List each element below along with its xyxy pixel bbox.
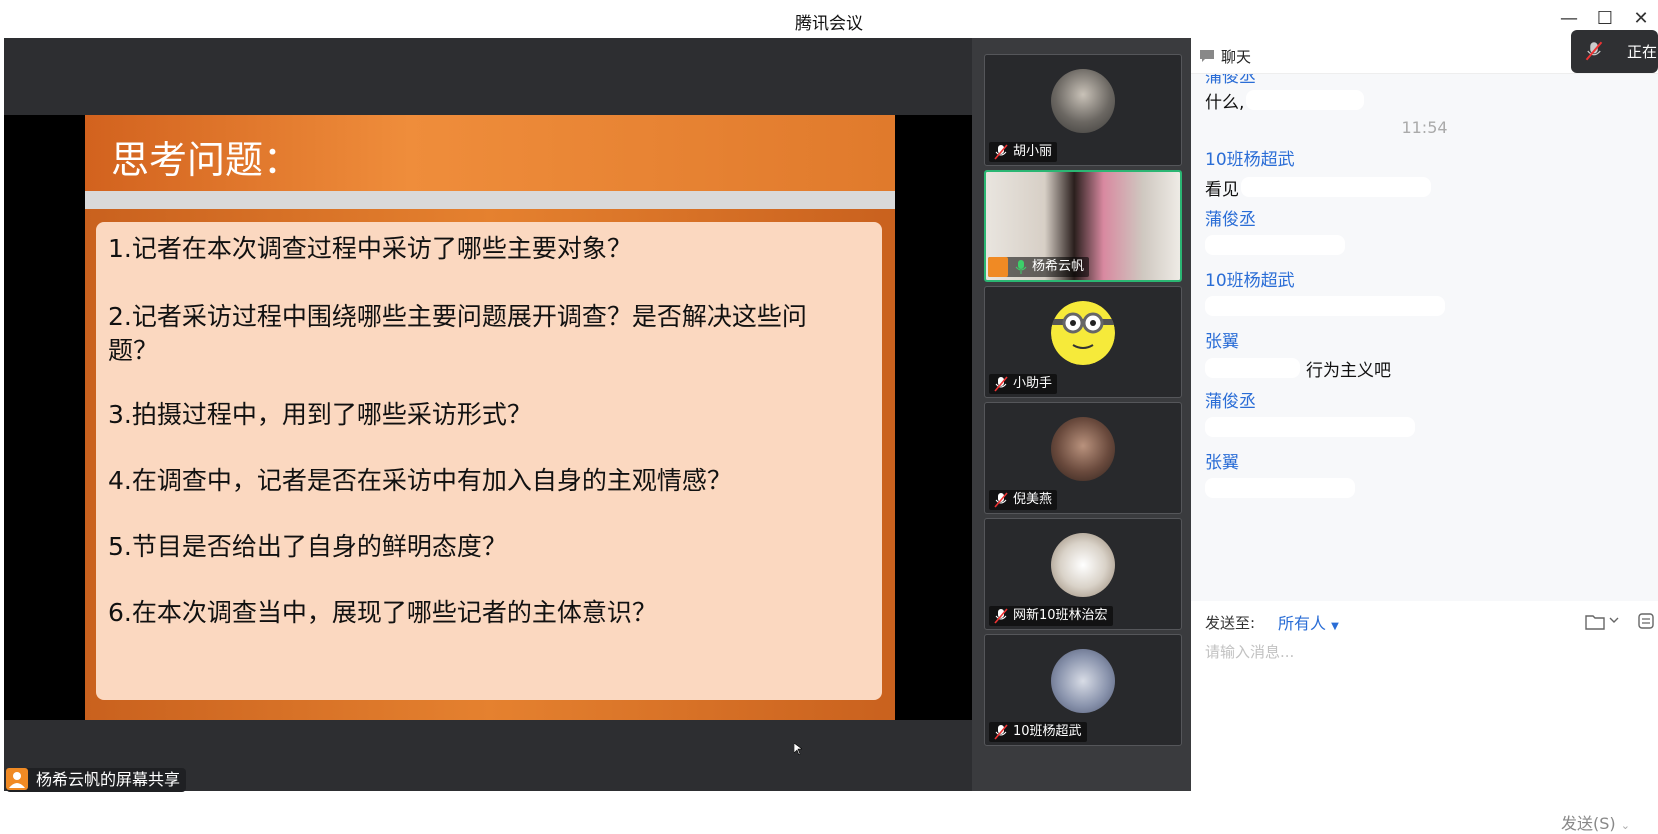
message-text: 什么,: [1205, 93, 1245, 113]
mic-muted-icon: [1585, 41, 1603, 61]
user-icon: [988, 257, 1008, 277]
question-4: 4.在调查中，记者是否在采访中有加入自身的主观情感？: [108, 466, 732, 495]
participant-list[interactable]: 胡小丽 杨希云帆 小助手 倪美燕 网新10班林治宏 10班杨超武: [972, 38, 1191, 791]
maximize-button[interactable]: ☐: [1594, 8, 1616, 30]
message-text: 看见: [1205, 180, 1239, 200]
avatar: [1051, 69, 1115, 133]
minimize-button[interactable]: —: [1558, 8, 1580, 30]
slide-content: 1.记者在本次调查过程中采访了哪些主要对象？ 2.记者采访过程中围绕哪些主要问题…: [96, 222, 882, 700]
slide-title: 思考问题：: [111, 138, 302, 182]
share-owner-text: 杨希云帆的屏幕共享: [36, 770, 181, 789]
participant-tile[interactable]: 小助手: [984, 286, 1182, 398]
redacted-text: [1205, 296, 1445, 316]
window-title: 腾讯会议: [795, 14, 863, 34]
participant-tile[interactable]: 10班杨超武: [984, 634, 1182, 746]
participant-tile[interactable]: 胡小丽: [984, 54, 1182, 166]
message-sender: 蒲俊丞: [1205, 210, 1256, 230]
question-3: 3.拍摄过程中，用到了哪些采访形式？: [108, 400, 532, 429]
question-5: 5.节目是否给出了自身的鲜明态度？: [108, 532, 507, 561]
message-time: 11:54: [1401, 118, 1448, 137]
participant-nameplate: 小助手: [989, 374, 1058, 394]
send-button[interactable]: 发送(S) ⌄: [1561, 810, 1630, 834]
chat-title: 聊天: [1221, 48, 1252, 66]
message-sender: 张翼: [1205, 453, 1239, 473]
chat-icon: [1200, 50, 1214, 62]
slide-header: 思考问题：: [85, 115, 895, 191]
mouse-cursor-icon: [794, 743, 802, 755]
announcement-icon[interactable]: [1637, 612, 1655, 630]
question-1: 1.记者在本次调查过程中采访了哪些主要对象？: [108, 234, 632, 263]
participant-nameplate: 胡小丽: [989, 142, 1058, 162]
redacted-text: [1205, 478, 1355, 498]
title-bar: 腾讯会议 — ☐ ✕: [0, 0, 1658, 38]
presentation-slide: 思考问题： 1.记者在本次调查过程中采访了哪些主要对象？ 2.记者采访过程中围绕…: [85, 115, 895, 720]
screen-share-area[interactable]: 思考问题： 1.记者在本次调查过程中采访了哪些主要对象？ 2.记者采访过程中围绕…: [4, 38, 972, 792]
participant-tile[interactable]: 网新10班林治宏: [984, 518, 1182, 630]
recipient-dropdown[interactable]: 所有人 ▼: [1278, 610, 1339, 634]
message-sender: 张翼: [1205, 332, 1239, 352]
participant-nameplate: 10班杨超武: [989, 722, 1087, 742]
chat-panel: 聊天 蒲俊丞 什么, 11:54 10班杨超武 看见 蒲俊丞 10班杨超武 张翼…: [1191, 38, 1658, 833]
question-6: 6.在本次调查当中，展现了哪些记者的主体意识？: [108, 598, 657, 627]
user-icon: [6, 768, 28, 790]
message-text: 行为主义吧: [1306, 361, 1391, 381]
redacted-text: [1205, 358, 1300, 378]
redacted-text: [1246, 90, 1364, 110]
mic-muted-icon: [994, 492, 1008, 508]
redacted-text: [1205, 235, 1345, 255]
send-to-label: 发送至:: [1205, 614, 1256, 632]
toast-text: 正在: [1627, 43, 1658, 61]
mute-status-toast[interactable]: 正在: [1571, 30, 1658, 73]
message-sender: 10班杨超武: [1205, 271, 1295, 291]
file-icon[interactable]: [1585, 612, 1605, 630]
chevron-down-icon[interactable]: [1609, 616, 1619, 624]
cat-avatar: [1051, 533, 1115, 597]
message-sender: 蒲俊丞: [1205, 74, 1256, 87]
minion-avatar-icon: [1051, 301, 1115, 365]
participant-nameplate: 杨希云帆: [988, 257, 1090, 277]
mic-muted-icon: [994, 376, 1008, 392]
participant-tile-active[interactable]: 杨希云帆: [984, 170, 1182, 282]
redacted-text: [1241, 177, 1431, 197]
avatar: [1051, 649, 1115, 713]
chevron-down-icon: ⌄: [1620, 819, 1630, 832]
message-sender: 蒲俊丞: [1205, 392, 1256, 412]
redacted-text: [1205, 417, 1415, 437]
participant-nameplate: 网新10班林治宏: [989, 606, 1113, 626]
mic-muted-icon: [994, 608, 1008, 624]
message-input[interactable]: 请输入消息...: [1205, 641, 1294, 662]
chat-messages[interactable]: 蒲俊丞 什么, 11:54 10班杨超武 看见 蒲俊丞 10班杨超武 张翼 行为…: [1191, 74, 1658, 601]
mic-on-icon: [1015, 260, 1027, 274]
slide-divider: [85, 191, 895, 209]
close-button[interactable]: ✕: [1630, 8, 1652, 30]
chevron-down-icon: ▼: [1331, 621, 1339, 632]
message-sender: 10班杨超武: [1205, 150, 1295, 170]
mic-muted-icon: [994, 724, 1008, 740]
participant-tile[interactable]: 倪美燕: [984, 402, 1182, 514]
question-2: 2.记者采访过程中围绕哪些主要问题展开调查？是否解决这些问题？: [108, 302, 807, 365]
mic-muted-icon: [994, 144, 1008, 160]
share-owner-label: 杨希云帆的屏幕共享: [6, 768, 187, 792]
avatar: [1051, 417, 1115, 481]
participant-nameplate: 倪美燕: [989, 490, 1058, 510]
